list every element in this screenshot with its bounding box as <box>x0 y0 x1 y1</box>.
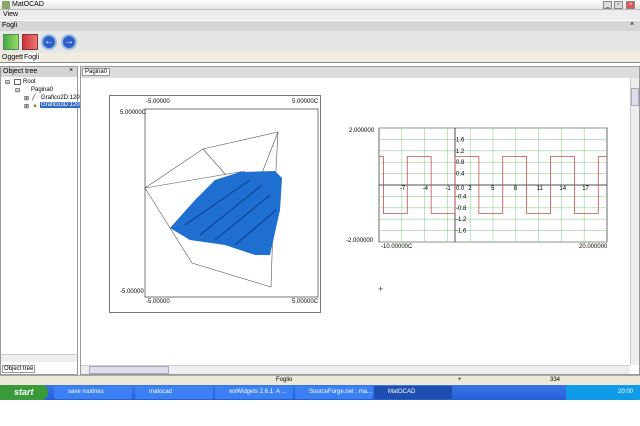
status-cursor: + <box>458 377 462 383</box>
y-tick-label: 0.4 <box>456 172 465 178</box>
x-tick-label: -7 <box>400 186 406 192</box>
y-tick-label: -0.8 <box>456 206 467 212</box>
y-tick-label: 0.8 <box>456 160 465 166</box>
system-tray: 20:00 <box>566 385 640 400</box>
task-matocad[interactable]: MatOCAD <box>374 386 452 399</box>
y-tick-label: -1.2 <box>456 217 467 223</box>
x-max-label: 20.000000 <box>579 244 608 250</box>
y-tick-label: 1.6 <box>456 137 465 143</box>
y-tick-label: -0.4 <box>456 194 467 200</box>
task-wxwidgets[interactable]: wxWidgets 2.6.1: A ... <box>215 386 293 399</box>
y-min-label: -2.000000 <box>346 238 374 244</box>
crosshair-cursor: + <box>378 284 384 294</box>
x-tick-label: -4 <box>423 186 429 192</box>
y-tick-label: -1.6 <box>456 229 467 235</box>
status-bar: Foglio + 334 <box>0 375 640 385</box>
x-min-label: -10.00000C <box>381 244 413 250</box>
clock: 20:00 <box>618 389 634 395</box>
plot2d-svg[interactable]: -7 -4 -1 2 5 8 11 14 171.61.20.80.4-0.4-0.8-1.2-… <box>0 0 640 426</box>
status-coord: 334 <box>550 377 561 383</box>
task-save-routines[interactable]: save routines <box>54 386 132 399</box>
y-max-label: 2.000000 <box>349 128 375 134</box>
taskbar: start save routines matocad wxWidgets 2.… <box>0 385 640 400</box>
y-tick-label: 1.2 <box>456 149 465 155</box>
origin-label: 0.0 <box>456 186 465 192</box>
start-button[interactable]: start <box>0 385 48 400</box>
status-sheet: Foglio <box>276 377 293 383</box>
task-matocad-folder[interactable]: matocad <box>135 386 213 399</box>
x-tick-label: -1 <box>445 186 451 192</box>
x-tick-label: 14 <box>559 186 566 192</box>
x-tick-label: 11 <box>537 186 544 192</box>
x-tick-label: 17 <box>582 186 589 192</box>
task-sourceforge[interactable]: SourceForge.net : ma... <box>295 386 373 399</box>
